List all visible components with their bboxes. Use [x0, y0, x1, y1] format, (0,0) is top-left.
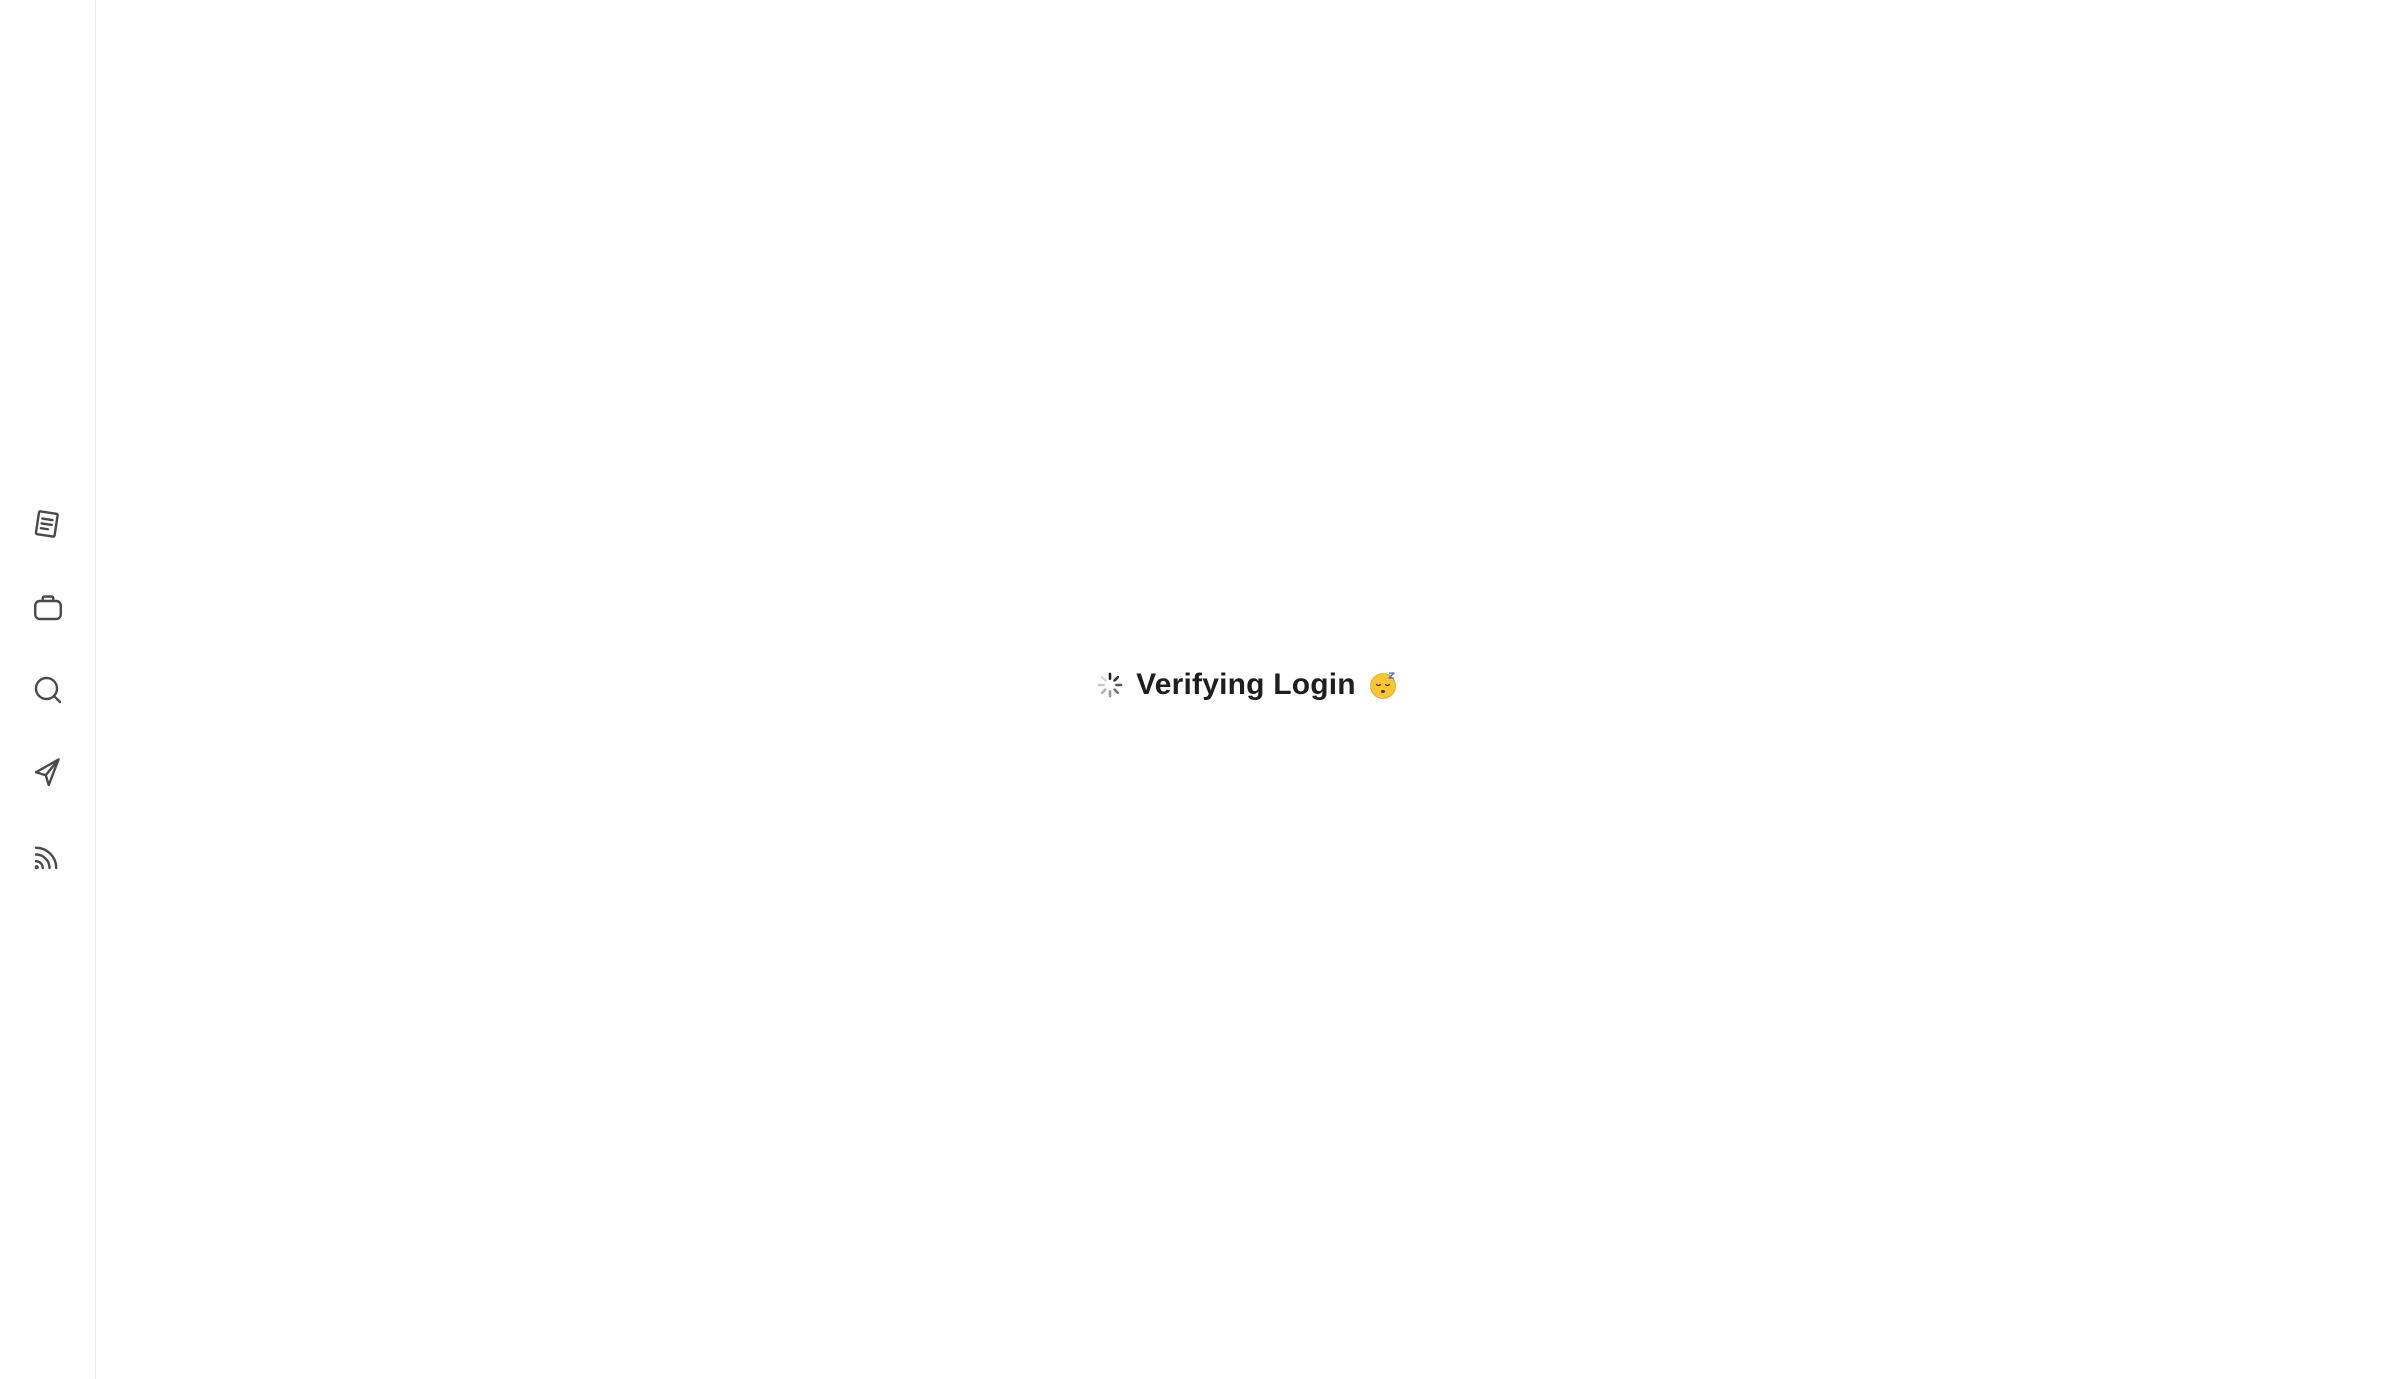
sidebar-item-jobs[interactable]	[18, 579, 78, 639]
loading-spinner-icon	[1096, 671, 1124, 699]
sleepy-face-emoji-icon	[1368, 669, 1400, 701]
send-icon	[30, 755, 66, 796]
sidebar-item-search[interactable]	[18, 662, 78, 722]
sidebar-item-send[interactable]	[18, 745, 78, 805]
sidebar-item-feed[interactable]	[18, 828, 78, 888]
status-text: Verifying Login	[1136, 668, 1356, 701]
login-status: Verifying Login	[96, 668, 2400, 702]
document-icon	[30, 506, 66, 547]
rss-feed-icon	[30, 838, 66, 879]
sidebar	[0, 0, 96, 1379]
briefcase-icon	[30, 589, 66, 630]
main-content: Verifying Login	[96, 0, 2400, 1379]
app-window: Verifying Login	[0, 0, 2400, 1379]
sidebar-item-posts[interactable]	[18, 496, 78, 556]
search-icon	[30, 672, 66, 713]
